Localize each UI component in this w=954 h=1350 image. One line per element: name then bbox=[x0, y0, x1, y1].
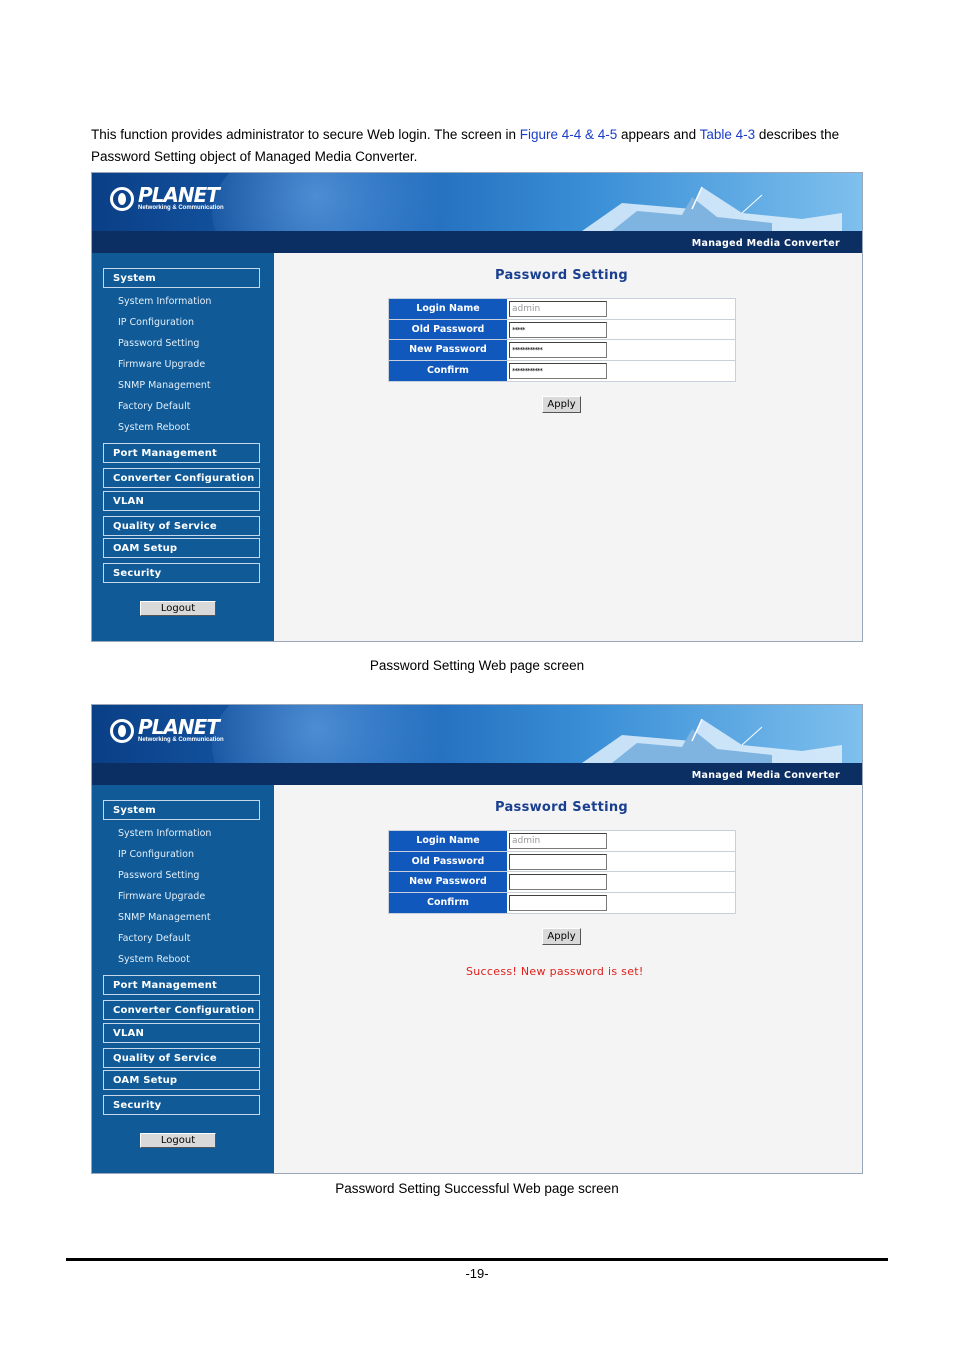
sidebar-quality-of-service[interactable]: Quality of Service bbox=[103, 516, 260, 536]
footer-rule bbox=[66, 1258, 888, 1261]
form-row-login-name: Login Name admin bbox=[389, 299, 735, 320]
sidebar-converter-configuration[interactable]: Converter Configuration bbox=[103, 1000, 260, 1020]
figure-reference-link[interactable]: Figure 4-4 & 4-5 bbox=[520, 127, 618, 142]
sidebar-quality-of-service[interactable]: Quality of Service bbox=[103, 1048, 260, 1068]
form-row-login-name: Login Name admin bbox=[389, 831, 735, 852]
sidebar-oam-setup[interactable]: OAM Setup bbox=[103, 538, 260, 558]
confirm-password-field[interactable]: ************ bbox=[509, 362, 607, 379]
login-name-field[interactable]: admin bbox=[509, 301, 607, 317]
sidebar: System System Information IP Configurati… bbox=[92, 785, 274, 1173]
sidebar-item-system-information[interactable]: System Information bbox=[118, 296, 211, 307]
old-password-field[interactable]: ***** bbox=[509, 321, 607, 338]
page-title: Password Setting bbox=[495, 800, 629, 815]
sidebar-oam-setup[interactable]: OAM Setup bbox=[103, 1070, 260, 1090]
planet-logo-icon bbox=[110, 186, 134, 211]
confirm-label: Confirm bbox=[389, 892, 507, 913]
logo-name: PLANET bbox=[138, 715, 220, 739]
logo-subtitle: Networking & Communication bbox=[138, 737, 224, 743]
header-banner: PLANET Networking & Communication bbox=[92, 705, 862, 763]
intro-text-2: appears and bbox=[617, 127, 700, 142]
sidebar-item-snmp-management[interactable]: SNMP Management bbox=[118, 912, 211, 923]
sidebar-item-snmp-management[interactable]: SNMP Management bbox=[118, 380, 211, 391]
product-name: Managed Media Converter bbox=[691, 770, 840, 781]
product-name: Managed Media Converter bbox=[691, 238, 840, 249]
sidebar-system[interactable]: System bbox=[103, 268, 260, 288]
confirm-password-field[interactable] bbox=[509, 894, 607, 911]
sidebar-item-password-setting[interactable]: Password Setting bbox=[118, 870, 199, 881]
old-password-field[interactable] bbox=[509, 853, 607, 870]
page-number: -19- bbox=[465, 1266, 489, 1281]
form-row-old-password: Old Password ***** bbox=[389, 319, 735, 340]
old-password-label: Old Password bbox=[389, 319, 507, 339]
confirm-label: Confirm bbox=[389, 360, 507, 381]
new-password-field[interactable] bbox=[509, 874, 607, 890]
login-name-field[interactable]: admin bbox=[509, 833, 607, 849]
form-row-confirm: Confirm ************ bbox=[389, 360, 735, 381]
sidebar-system[interactable]: System bbox=[103, 800, 260, 820]
password-setting-success-screenshot: PLANET Networking & Communication Manage… bbox=[91, 704, 863, 1174]
intro-text-1: This function provides administrator to … bbox=[91, 127, 520, 142]
sidebar-item-factory-default[interactable]: Factory Default bbox=[118, 933, 190, 944]
logo-name: PLANET bbox=[138, 183, 220, 207]
sidebar-port-management[interactable]: Port Management bbox=[103, 443, 260, 463]
globe-graphic bbox=[212, 173, 472, 231]
logout-button[interactable]: Logout bbox=[140, 1133, 216, 1148]
new-password-label: New Password bbox=[389, 340, 507, 360]
sidebar-port-management[interactable]: Port Management bbox=[103, 975, 260, 995]
form-row-confirm: Confirm bbox=[389, 892, 735, 913]
login-name-label: Login Name bbox=[389, 831, 507, 851]
logout-button[interactable]: Logout bbox=[140, 601, 216, 616]
sidebar-converter-configuration[interactable]: Converter Configuration bbox=[103, 468, 260, 488]
apply-button[interactable]: Apply bbox=[542, 928, 581, 945]
planet-logo-icon bbox=[110, 718, 134, 743]
password-setting-screenshot: PLANET Networking & Communication Manage… bbox=[91, 172, 863, 642]
old-password-label: Old Password bbox=[389, 851, 507, 871]
intro-paragraph: This function provides administrator to … bbox=[91, 124, 871, 168]
form-row-new-password: New Password ************ bbox=[389, 340, 735, 361]
planet-logo: PLANET Networking & Communication bbox=[110, 185, 224, 212]
figure-caption-1: Password Setting Web page screen bbox=[369, 658, 585, 673]
logo-subtitle: Networking & Communication bbox=[138, 205, 224, 211]
main-content: Password Setting Login Name admin Old Pa… bbox=[274, 785, 862, 1173]
main-content: Password Setting Login Name admin Old Pa… bbox=[274, 253, 862, 641]
globe-graphic bbox=[212, 705, 472, 763]
success-message: Success! New password is set! bbox=[466, 965, 644, 978]
sidebar-item-ip-configuration[interactable]: IP Configuration bbox=[118, 849, 194, 860]
sidebar-security[interactable]: Security bbox=[103, 563, 260, 583]
figure-caption-2: Password Setting Successful Web page scr… bbox=[335, 1181, 619, 1196]
sidebar-item-system-information[interactable]: System Information bbox=[118, 828, 211, 839]
sidebar-item-system-reboot[interactable]: System Reboot bbox=[118, 422, 190, 433]
sidebar-item-ip-configuration[interactable]: IP Configuration bbox=[118, 317, 194, 328]
sidebar-security[interactable]: Security bbox=[103, 1095, 260, 1115]
form-row-old-password: Old Password bbox=[389, 851, 735, 872]
planet-logo: PLANET Networking & Communication bbox=[110, 717, 224, 744]
building-graphic bbox=[582, 186, 842, 231]
table-reference-link[interactable]: Table 4-3 bbox=[700, 127, 756, 142]
sidebar-vlan[interactable]: VLAN bbox=[103, 491, 260, 511]
sidebar-item-password-setting[interactable]: Password Setting bbox=[118, 338, 199, 349]
login-name-label: Login Name bbox=[389, 299, 507, 319]
sidebar-item-factory-default[interactable]: Factory Default bbox=[118, 401, 190, 412]
header-banner: PLANET Networking & Communication bbox=[92, 173, 862, 231]
form-row-new-password: New Password bbox=[389, 872, 735, 893]
building-graphic bbox=[582, 718, 842, 763]
title-bar: Managed Media Converter bbox=[92, 231, 862, 253]
new-password-field[interactable]: ************ bbox=[509, 342, 607, 358]
sidebar-vlan[interactable]: VLAN bbox=[103, 1023, 260, 1043]
password-form: Login Name admin Old Password ***** New … bbox=[388, 298, 736, 382]
password-form: Login Name admin Old Password New Passwo… bbox=[388, 830, 736, 914]
sidebar-item-firmware-upgrade[interactable]: Firmware Upgrade bbox=[118, 359, 205, 370]
title-bar: Managed Media Converter bbox=[92, 763, 862, 785]
sidebar-item-system-reboot[interactable]: System Reboot bbox=[118, 954, 190, 965]
new-password-label: New Password bbox=[389, 872, 507, 892]
sidebar-item-firmware-upgrade[interactable]: Firmware Upgrade bbox=[118, 891, 205, 902]
page-title: Password Setting bbox=[495, 268, 629, 283]
sidebar: System System Information IP Configurati… bbox=[92, 253, 274, 641]
apply-button[interactable]: Apply bbox=[542, 396, 581, 413]
